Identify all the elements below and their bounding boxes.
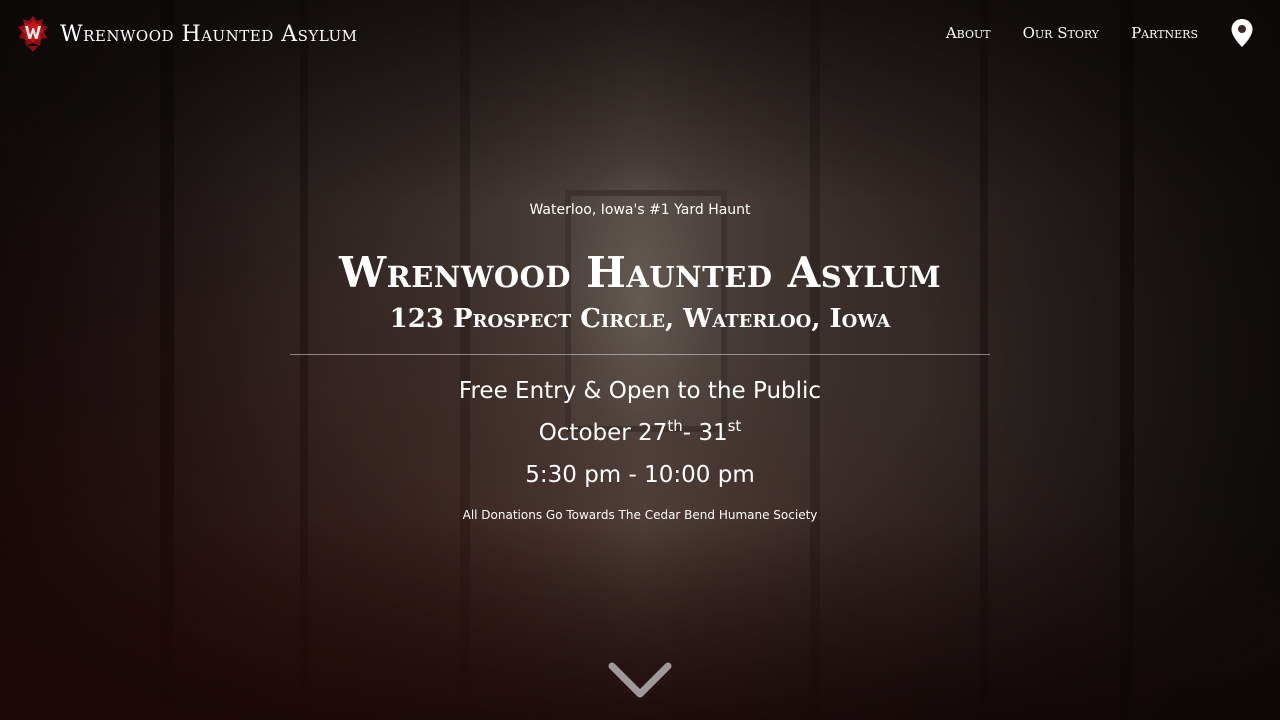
nav-links: About Our Story Partners [914, 18, 1254, 48]
date-start: October 27 [538, 420, 668, 446]
hero-tagline: Waterloo, Iowa's #1 Yard Haunt [529, 202, 751, 218]
brand-link[interactable]: Wrenwood Haunted Asylum [16, 14, 357, 54]
date-separator-end: - 31 [682, 420, 728, 446]
hero-divider [290, 354, 990, 355]
date-end-suffix: st [727, 417, 742, 435]
logo-icon [18, 16, 48, 52]
top-navigation: Wrenwood Haunted Asylum About Our Story … [0, 0, 1280, 66]
map-pin-icon[interactable] [1230, 18, 1254, 48]
nav-link-partners[interactable]: Partners [1131, 18, 1198, 48]
event-dates: October 27th- 31st [290, 417, 990, 449]
hero-title: Wrenwood Haunted Asylum [338, 248, 942, 297]
entry-info: Free Entry & Open to the Public [458, 378, 822, 404]
event-hours: 5:30 pm - 10:00 pm [525, 462, 755, 488]
hero-section: Waterloo, Iowa's #1 Yard Haunt Wrenwood … [290, 198, 990, 525]
hero-address: 123 Prospect Circle, Waterloo, Iowa [389, 304, 891, 334]
date-start-suffix: th [667, 417, 683, 435]
nav-link-our-story[interactable]: Our Story [1023, 18, 1099, 48]
donations-note: All Donations Go Towards The Cedar Bend … [462, 508, 818, 522]
page: Wrenwood Haunted Asylum About Our Story … [0, 0, 1280, 720]
brand-name: Wrenwood Haunted Asylum [60, 21, 358, 47]
chevron-down-icon[interactable] [608, 662, 672, 700]
nav-link-about[interactable]: About [946, 18, 991, 48]
